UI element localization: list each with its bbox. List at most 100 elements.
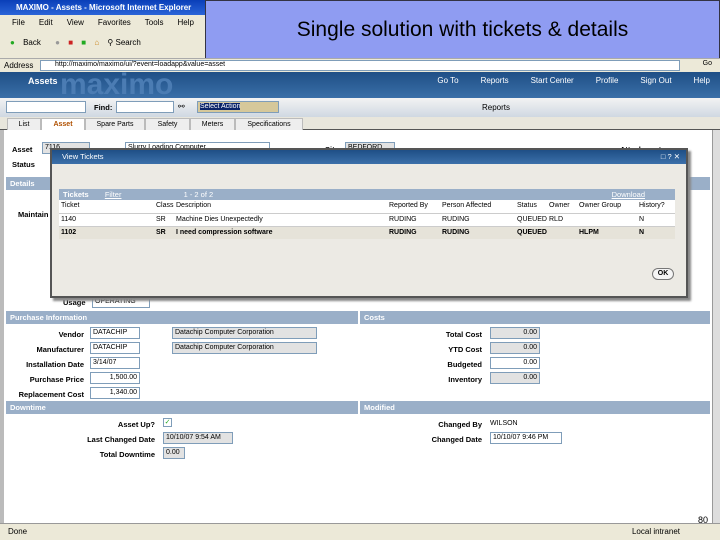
forward-button[interactable]: ●: [55, 38, 60, 47]
status-text: Done: [8, 527, 28, 536]
home-icon[interactable]: ⌂: [94, 38, 99, 47]
binoculars-icon[interactable]: ⚯: [178, 102, 185, 111]
filter-link[interactable]: Filter: [105, 190, 122, 199]
inventory-label: Inventory: [448, 375, 482, 384]
ytd-cost-label: YTD Cost: [448, 345, 482, 354]
maximo-logo: maximo: [60, 68, 174, 101]
back-button[interactable]: ● Back: [10, 38, 47, 47]
total-cost-label: Total Cost: [445, 330, 482, 339]
table-cell: N: [639, 216, 645, 223]
menu-view[interactable]: View: [67, 18, 84, 27]
replacement-cost-field[interactable]: 1,340.00: [90, 387, 140, 399]
table-cell: I need compression software: [176, 229, 273, 236]
usage-label: Usage: [63, 298, 86, 307]
table-cell: RUDING: [389, 229, 417, 236]
menu-edit[interactable]: Edit: [39, 18, 53, 27]
reports-link[interactable]: Reports: [481, 76, 509, 85]
stop-icon[interactable]: ■: [68, 38, 73, 47]
paging-text[interactable]: 1 - 2 of 2: [184, 190, 214, 199]
start-center-link[interactable]: Start Center: [531, 76, 574, 85]
asset-up-checkbox[interactable]: ✓: [163, 418, 172, 427]
scrollbar[interactable]: [712, 130, 720, 523]
dialog-title-bar: View Tickets □ ? ✕: [52, 150, 686, 164]
tab-list[interactable]: List: [7, 118, 41, 130]
query-select[interactable]: [6, 101, 86, 113]
column-header[interactable]: Owner: [549, 202, 570, 209]
slide-title: Single solution with tickets & details: [205, 0, 720, 60]
table-row[interactable]: 1102 SR I need compression software RUDING R…: [59, 226, 675, 239]
vendor-label: Vendor: [58, 330, 84, 339]
app-title: Assets: [28, 76, 58, 86]
address-label: Address: [4, 61, 34, 70]
table-cell: HLPM: [579, 229, 599, 236]
vendor-name-field: Datachip Computer Corporation: [172, 327, 317, 339]
manufacturer-field[interactable]: DATACHIP: [90, 342, 140, 354]
purchase-price-label: Purchase Price: [29, 375, 84, 384]
app-toolbar: Find: ⚯ Select Action Reports: [0, 98, 720, 117]
dialog-close-icon[interactable]: □ ? ✕: [661, 152, 680, 161]
installation-date-field[interactable]: 3/14/07: [90, 357, 140, 369]
changed-date-field[interactable]: 10/10/07 9:46 PM: [490, 432, 562, 444]
installation-date-label: Installation Date: [26, 360, 84, 369]
browser-title-bar: MAXIMO - Assets - Microsoft Internet Exp…: [0, 0, 205, 15]
column-header[interactable]: Person Affected: [442, 202, 491, 209]
asset-label: Asset: [12, 145, 33, 154]
total-downtime-label: Total Downtime: [99, 450, 155, 459]
profile-link[interactable]: Profile: [596, 76, 619, 85]
table-cell[interactable]: 1140: [61, 216, 76, 223]
table-cell: N: [639, 229, 645, 236]
refresh-icon[interactable]: ■: [81, 38, 86, 47]
tab-asset[interactable]: Asset: [41, 118, 85, 130]
purchase-section-header[interactable]: Purchase Information: [6, 311, 358, 324]
status-label: Status: [12, 160, 35, 169]
column-header[interactable]: History?: [639, 202, 665, 209]
table-cell: RUDING: [389, 216, 417, 223]
download-link[interactable]: Download: [612, 190, 645, 199]
purchase-price-field[interactable]: 1,500.00: [90, 372, 140, 384]
tab-safety[interactable]: Safety: [145, 118, 190, 130]
total-cost-field: 0.00: [490, 327, 540, 339]
tab-meters[interactable]: Meters: [190, 118, 235, 130]
table-cell: QUEUED: [517, 229, 547, 236]
reports-button[interactable]: Reports: [482, 103, 510, 112]
tickets-table-header: Tickets Filter 1 - 2 of 2 Download: [59, 189, 675, 200]
column-header[interactable]: Status: [517, 202, 537, 209]
go-button[interactable]: Go: [703, 60, 712, 67]
menu-file[interactable]: File: [12, 18, 25, 27]
menu-help[interactable]: Help: [177, 18, 193, 27]
search-button[interactable]: ⚲ Search: [107, 38, 146, 47]
menu-tools[interactable]: Tools: [145, 18, 164, 27]
security-zone: Local intranet: [631, 527, 680, 536]
maximo-header: maximo Assets Go To Reports Start Center Pr…: [0, 68, 720, 101]
tab-specifications[interactable]: Specifications: [235, 118, 303, 130]
column-header[interactable]: Owner Group: [579, 202, 621, 209]
manufacturer-label: Manufacturer: [36, 345, 84, 354]
changed-by-value: WILSON: [490, 420, 518, 427]
downtime-section-header[interactable]: Downtime: [6, 401, 358, 414]
table-row[interactable]: 1140 SR Machine Dies Unexpectedly RUDING RUD…: [59, 213, 675, 226]
column-header[interactable]: Reported By: [389, 202, 428, 209]
column-headers: Ticket Class Description Reported By Person …: [59, 200, 675, 213]
column-header[interactable]: Class: [156, 202, 174, 209]
modified-section-header[interactable]: Modified: [360, 401, 710, 414]
sign-out-link[interactable]: Sign Out: [640, 76, 671, 85]
help-link[interactable]: Help: [694, 76, 710, 85]
changed-by-label: Changed By: [438, 420, 482, 429]
browser-status-bar: Done Local intranet: [0, 523, 720, 540]
goto-link[interactable]: Go To: [437, 76, 458, 85]
ok-button[interactable]: OK: [652, 268, 674, 280]
table-cell[interactable]: 1102: [61, 229, 76, 236]
budgeted-field[interactable]: 0.00: [490, 357, 540, 369]
budgeted-label: Budgeted: [447, 360, 482, 369]
column-header[interactable]: Description: [176, 202, 211, 209]
table-cell: SR: [156, 216, 166, 223]
tab-spare-parts[interactable]: Spare Parts: [85, 118, 145, 130]
select-action-dropdown[interactable]: Select Action: [197, 101, 279, 113]
vendor-field[interactable]: DATACHIP: [90, 327, 140, 339]
menu-favorites[interactable]: Favorites: [98, 18, 131, 27]
menu-bar: File Edit View Favorites Tools Help: [0, 15, 205, 30]
find-input[interactable]: [116, 101, 174, 113]
costs-section-header[interactable]: Costs: [360, 311, 710, 324]
column-header[interactable]: Ticket: [61, 202, 79, 209]
table-cell: RUDING: [442, 216, 470, 223]
